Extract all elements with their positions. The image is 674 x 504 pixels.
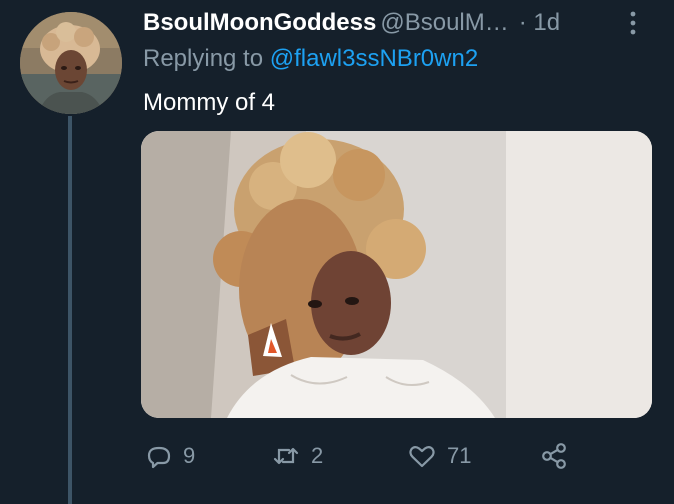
tweet-text: Mommy of 4 [143, 89, 276, 116]
reply-tweet[interactable]: BsoulMoonGoddess @BsoulM… · 1d Replying to… [0, 0, 674, 504]
like-button[interactable]: 71 [407, 438, 471, 474]
share-icon [542, 443, 566, 469]
timestamp[interactable]: 1d [533, 9, 560, 36]
more-vertical-icon [630, 11, 636, 35]
reply-button[interactable]: 9 [145, 438, 195, 474]
tweet-photo[interactable] [141, 131, 652, 418]
timestamp-separator: · [518, 9, 527, 36]
replying-to-label: Replying to [143, 45, 264, 72]
more-icon[interactable] [624, 10, 642, 36]
avatar-image [20, 12, 122, 114]
share-button[interactable] [539, 438, 569, 474]
heart-icon [409, 446, 435, 468]
photo-image [141, 131, 652, 418]
replying-to: Replying to @flawl3ssNBr0wn2 [143, 45, 478, 73]
comment-icon [147, 446, 171, 469]
thread-line [68, 116, 72, 504]
retweet-icon [273, 447, 299, 465]
tweet-header: BsoulMoonGoddess @BsoulM… · 1d [143, 9, 653, 37]
avatar[interactable] [20, 12, 122, 114]
tweet-actions: 9 2 71 [143, 438, 593, 474]
reply-count: 9 [183, 443, 196, 468]
user-handle[interactable]: @BsoulM… [380, 9, 508, 36]
retweet-count: 2 [311, 443, 324, 468]
mention-link[interactable]: @flawl3ssNBr0wn2 [270, 45, 478, 72]
display-name[interactable]: BsoulMoonGoddess [143, 9, 376, 36]
like-count: 71 [447, 443, 472, 468]
retweet-button[interactable]: 2 [271, 438, 323, 474]
